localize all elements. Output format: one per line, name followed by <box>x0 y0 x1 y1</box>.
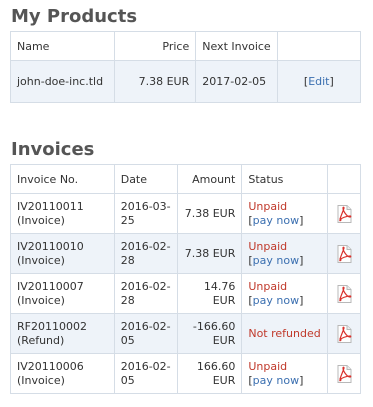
header-actions <box>276 31 362 61</box>
invoice-status: Not refunded <box>248 326 321 340</box>
header-price: Price <box>113 31 197 61</box>
invoice-date: 2016-02-28 <box>113 273 179 314</box>
invoice-download-cell <box>327 273 361 314</box>
invoice-date: 2016-02-05 <box>113 313 179 354</box>
header-next-invoice: Next Invoice <box>195 31 278 61</box>
invoice-number: IV20110010 (Invoice) <box>10 233 115 274</box>
invoice-status-cell: Unpaid [pay now] <box>241 193 329 234</box>
header-date: Date <box>113 164 179 194</box>
header-download <box>327 164 361 194</box>
product-price: 7.38 EUR <box>113 60 197 103</box>
invoice-number: IV20110006 (Invoice) <box>10 353 115 394</box>
invoice-status-cell: Unpaid [pay now] <box>241 233 329 274</box>
product-row: john-doe-inc.tld 7.38 EUR 2017-02-05 [Ed… <box>10 60 362 103</box>
product-actions: [Edit] <box>276 60 362 103</box>
product-next-invoice: 2017-02-05 <box>195 60 278 103</box>
invoice-amount: 7.38 EUR <box>177 233 243 274</box>
invoice-number: RF20110002 (Refund) <box>10 313 115 354</box>
product-name: john-doe-inc.tld <box>10 60 115 103</box>
invoice-date: 2016-03-25 <box>113 193 179 234</box>
pdf-icon[interactable] <box>336 204 352 223</box>
invoice-amount: 7.38 EUR <box>177 193 243 234</box>
invoice-amount: -166.60 EUR <box>177 313 243 354</box>
products-header-row: Name Price Next Invoice <box>10 31 362 61</box>
pay-now-link[interactable]: pay now <box>253 294 299 307</box>
pay-now-wrapper: [pay now] <box>248 213 304 227</box>
invoice-status-cell: Not refunded <box>241 313 329 354</box>
header-name: Name <box>10 31 115 61</box>
pay-now-wrapper: [pay now] <box>248 253 304 267</box>
pay-now-wrapper: [pay now] <box>248 293 304 307</box>
pay-now-wrapper: [pay now] <box>248 373 304 387</box>
invoice-download-cell <box>327 193 361 234</box>
invoices-header-row: Invoice No. Date Amount Status <box>10 164 361 194</box>
pay-now-link[interactable]: pay now <box>253 374 299 387</box>
pdf-icon[interactable] <box>336 324 352 343</box>
edit-link[interactable]: Edit <box>308 75 329 88</box>
invoice-row: IV20110007 (Invoice) 2016-02-28 14.76 EU… <box>10 273 361 314</box>
invoice-number: IV20110007 (Invoice) <box>10 273 115 314</box>
invoice-status: Unpaid <box>248 239 288 253</box>
products-table: Name Price Next Invoice john-doe-inc.tld… <box>10 31 362 103</box>
invoice-status: Unpaid <box>248 199 288 213</box>
invoice-status-cell: Unpaid [pay now] <box>241 273 329 314</box>
header-invoice-number: Invoice No. <box>10 164 115 194</box>
header-status: Status <box>241 164 329 194</box>
pdf-icon[interactable] <box>336 284 352 303</box>
invoice-download-cell <box>327 313 361 354</box>
invoice-amount: 14.76 EUR <box>177 273 243 314</box>
invoice-row: RF20110002 (Refund) 2016-02-05 -166.60 E… <box>10 313 361 354</box>
pdf-icon[interactable] <box>336 244 352 263</box>
invoice-row: IV20110010 (Invoice) 2016-02-28 7.38 EUR… <box>10 233 361 274</box>
invoice-amount: 166.60 EUR <box>177 353 243 394</box>
invoice-status: Unpaid <box>248 279 288 293</box>
invoice-download-cell <box>327 353 361 394</box>
invoices-table: Invoice No. Date Amount Status IV2011001… <box>10 164 361 394</box>
invoice-status-cell: Unpaid [pay now] <box>241 353 329 394</box>
invoice-date: 2016-02-05 <box>113 353 179 394</box>
header-amount: Amount <box>177 164 243 194</box>
pay-now-link[interactable]: pay now <box>253 254 299 267</box>
invoice-row: IV20110011 (Invoice) 2016-03-25 7.38 EUR… <box>10 193 361 234</box>
invoice-download-cell <box>327 233 361 274</box>
invoice-row: IV20110006 (Invoice) 2016-02-05 166.60 E… <box>10 353 361 394</box>
products-title: My Products <box>11 6 138 27</box>
invoice-date: 2016-02-28 <box>113 233 179 274</box>
invoice-status: Unpaid <box>248 359 288 373</box>
invoice-number: IV20110011 (Invoice) <box>10 193 115 234</box>
pay-now-link[interactable]: pay now <box>253 214 299 227</box>
pdf-icon[interactable] <box>336 364 352 383</box>
invoices-title: Invoices <box>11 139 95 160</box>
